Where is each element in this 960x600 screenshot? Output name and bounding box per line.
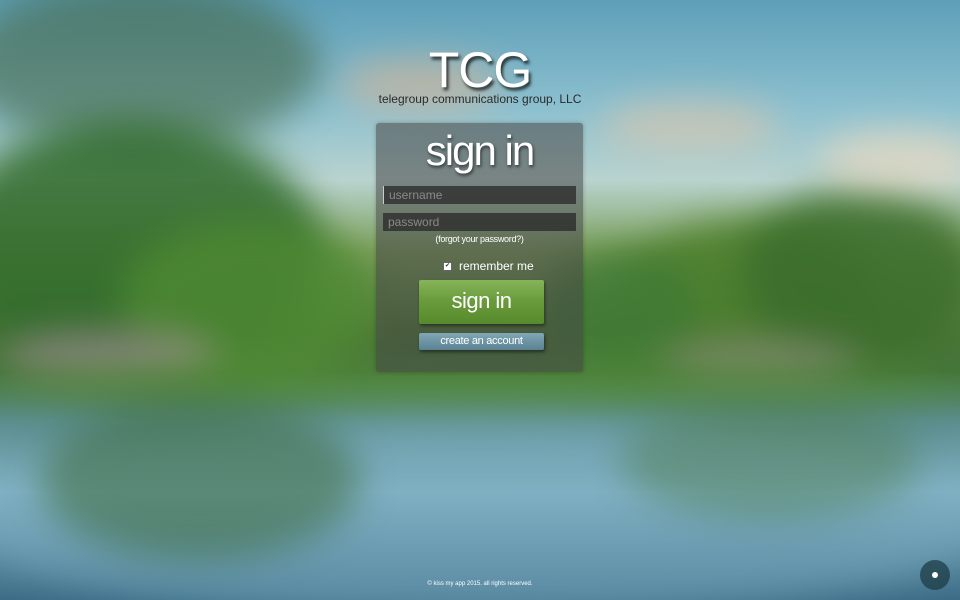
brand-subtitle: telegroup communications group, LLC [378,92,582,106]
forgot-password-link[interactable]: (forgot your password?) [376,234,583,244]
signin-button[interactable]: sign in [419,280,544,324]
background-blur [820,130,960,190]
background-scene: TCG telegroup communications group, LLC … [0,0,960,600]
signin-panel: sign in (forgot your password?) ✔ rememb… [376,123,583,372]
create-account-button[interactable]: create an account [419,333,544,350]
background-blur [620,400,920,520]
panel-title: sign in [425,127,535,174]
dot-icon [932,572,938,578]
corner-menu-button[interactable] [920,560,950,590]
brand-logo: TCG [428,42,533,98]
remember-checkbox[interactable]: ✔ [443,261,452,271]
username-input[interactable] [383,186,576,204]
password-input[interactable] [383,213,576,231]
brand-header: TCG telegroup communications group, LLC [0,42,960,106]
footer-copyright: © kiss my app 2015. all rights reserved. [427,581,533,587]
background-blur [600,100,780,150]
remember-me[interactable]: ✔ remember me [443,259,534,273]
background-blur [40,400,360,560]
remember-label: remember me [459,259,534,273]
